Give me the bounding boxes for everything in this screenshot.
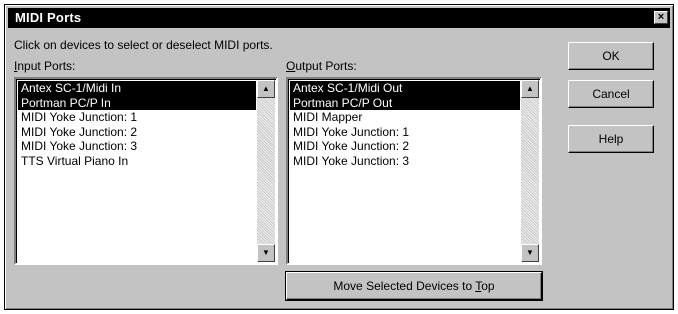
- scroll-down-icon[interactable]: ▼: [257, 244, 275, 262]
- ok-button[interactable]: OK: [568, 42, 654, 70]
- input-list-item[interactable]: MIDI Yoke Junction: 1: [18, 110, 256, 125]
- input-ports-list: Antex SC-1/Midi In Portman PC/P In MIDI Yo…: [18, 81, 256, 168]
- cancel-button[interactable]: Cancel: [568, 80, 654, 108]
- move-selected-to-top-button[interactable]: Move Selected Devices to Top: [285, 271, 543, 301]
- scroll-down-icon[interactable]: ▼: [521, 244, 539, 262]
- instructions-text: Click on devices to select or deselect M…: [14, 38, 273, 52]
- output-list-item[interactable]: Portman PC/P Out: [290, 95, 520, 110]
- input-list-item[interactable]: Antex SC-1/Midi In: [18, 81, 256, 96]
- input-list-item[interactable]: TTS Virtual Piano In: [18, 154, 256, 169]
- input-ports-listbox[interactable]: Antex SC-1/Midi In Portman PC/P In MIDI Yo…: [14, 77, 278, 265]
- output-list-item[interactable]: MIDI Yoke Junction: 3: [290, 154, 520, 169]
- output-list-item[interactable]: Antex SC-1/Midi Out: [290, 81, 520, 96]
- input-list-item[interactable]: MIDI Yoke Junction: 3: [18, 139, 256, 154]
- input-ports-scrollbar[interactable]: ▲ ▼: [257, 80, 275, 262]
- help-button[interactable]: Help: [568, 125, 654, 153]
- input-list-item[interactable]: MIDI Yoke Junction: 2: [18, 125, 256, 140]
- scroll-up-icon[interactable]: ▲: [521, 80, 539, 98]
- window-title: MIDI Ports: [15, 10, 82, 25]
- input-ports-label: Input Ports:: [14, 59, 76, 73]
- input-list-item[interactable]: Portman PC/P In: [18, 95, 256, 110]
- output-ports-list: Antex SC-1/Midi Out Portman PC/P Out MIDI …: [290, 81, 520, 168]
- title-bar[interactable]: MIDI Ports ×: [8, 8, 670, 28]
- output-list-item[interactable]: MIDI Mapper: [290, 110, 520, 125]
- output-list-item[interactable]: MIDI Yoke Junction: 1: [290, 125, 520, 140]
- output-ports-listbox[interactable]: Antex SC-1/Midi Out Portman PC/P Out MIDI …: [286, 77, 542, 265]
- scroll-up-icon[interactable]: ▲: [257, 80, 275, 98]
- output-list-item[interactable]: MIDI Yoke Junction: 2: [290, 139, 520, 154]
- output-ports-label: Output Ports:: [286, 59, 357, 73]
- close-icon[interactable]: ×: [654, 11, 668, 24]
- output-ports-scrollbar[interactable]: ▲ ▼: [521, 80, 539, 262]
